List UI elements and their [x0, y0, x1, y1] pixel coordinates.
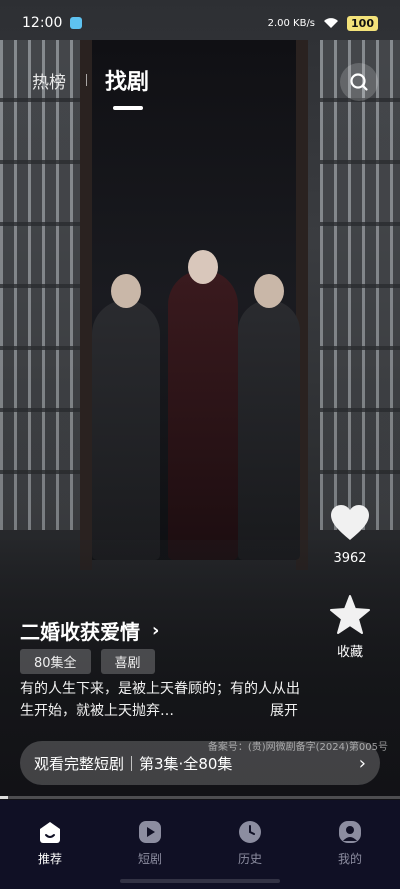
- like-count: 3962: [333, 551, 367, 566]
- like-button[interactable]: 3962: [314, 505, 386, 566]
- nav-short-drama[interactable]: 短剧: [100, 800, 200, 889]
- drama-description: 有的人生下来，是被上天眷顾的；有的人从出生开始，就被上天抛弃…: [20, 681, 300, 719]
- top-tabs: 热榜 找剧: [32, 64, 150, 110]
- search-icon: [350, 73, 368, 91]
- favorite-button[interactable]: 收藏: [314, 595, 386, 660]
- chevron-right-icon: ›: [358, 752, 366, 774]
- clock-icon: [239, 821, 261, 843]
- favorite-label: 收藏: [336, 645, 363, 660]
- door-frame-left: [80, 40, 92, 570]
- wifi-icon: [324, 18, 339, 28]
- nav-recommend-label: 推荐: [37, 852, 62, 866]
- active-tab-indicator: [113, 106, 143, 110]
- tab-separator: [86, 74, 87, 86]
- tab-find-drama[interactable]: 找剧: [105, 64, 150, 110]
- status-time: 12:00: [22, 15, 63, 31]
- video-progress-fill: [0, 796, 8, 799]
- chevron-right-icon: ›: [152, 620, 160, 641]
- drama-title: 二婚收获爱情: [20, 620, 140, 644]
- nav-short-drama-label: 短剧: [137, 852, 162, 866]
- app-notification-icon: [70, 17, 83, 29]
- actor-center: [168, 250, 238, 560]
- battery-indicator: 100: [347, 15, 378, 31]
- drama-tags: 80集全 喜剧: [20, 649, 155, 674]
- status-bar: 12:00 2.00 KB/s 100: [0, 0, 400, 46]
- lattice-door-left: [0, 40, 88, 530]
- video-progress-bar[interactable]: [0, 796, 400, 799]
- drama-title-link[interactable]: 二婚收获爱情 ›: [20, 616, 159, 645]
- tag-episodes[interactable]: 80集全: [20, 649, 91, 674]
- expand-button[interactable]: 展开: [270, 700, 298, 720]
- watch-full-drama-button[interactable]: 观看完整短剧｜第3集·全80集 ›: [20, 741, 380, 785]
- play-icon: [139, 821, 161, 843]
- home-indicator: [120, 879, 280, 883]
- bottom-nav: 推荐 短剧 历史 我的: [0, 800, 400, 889]
- network-speed: 2.00 KB/s: [267, 17, 316, 29]
- profile-icon: [339, 821, 361, 843]
- nav-history[interactable]: 历史: [200, 800, 300, 889]
- nav-recommend[interactable]: 推荐: [0, 800, 100, 889]
- tab-find-label: 找剧: [105, 70, 150, 95]
- nav-history-label: 历史: [237, 852, 262, 866]
- search-button[interactable]: [340, 63, 378, 101]
- nav-profile[interactable]: 我的: [300, 800, 400, 889]
- watch-full-label: 观看完整短剧｜第3集·全80集: [34, 754, 233, 773]
- lattice-door-right: [320, 40, 400, 530]
- nav-profile-label: 我的: [337, 852, 362, 866]
- tab-hot-list[interactable]: 热榜: [32, 68, 66, 93]
- heart-icon: [331, 505, 369, 540]
- tag-genre[interactable]: 喜剧: [100, 649, 155, 674]
- actor-right: [238, 274, 300, 560]
- star-icon: [330, 595, 370, 634]
- actor-left: [92, 274, 160, 560]
- home-icon: [40, 822, 60, 843]
